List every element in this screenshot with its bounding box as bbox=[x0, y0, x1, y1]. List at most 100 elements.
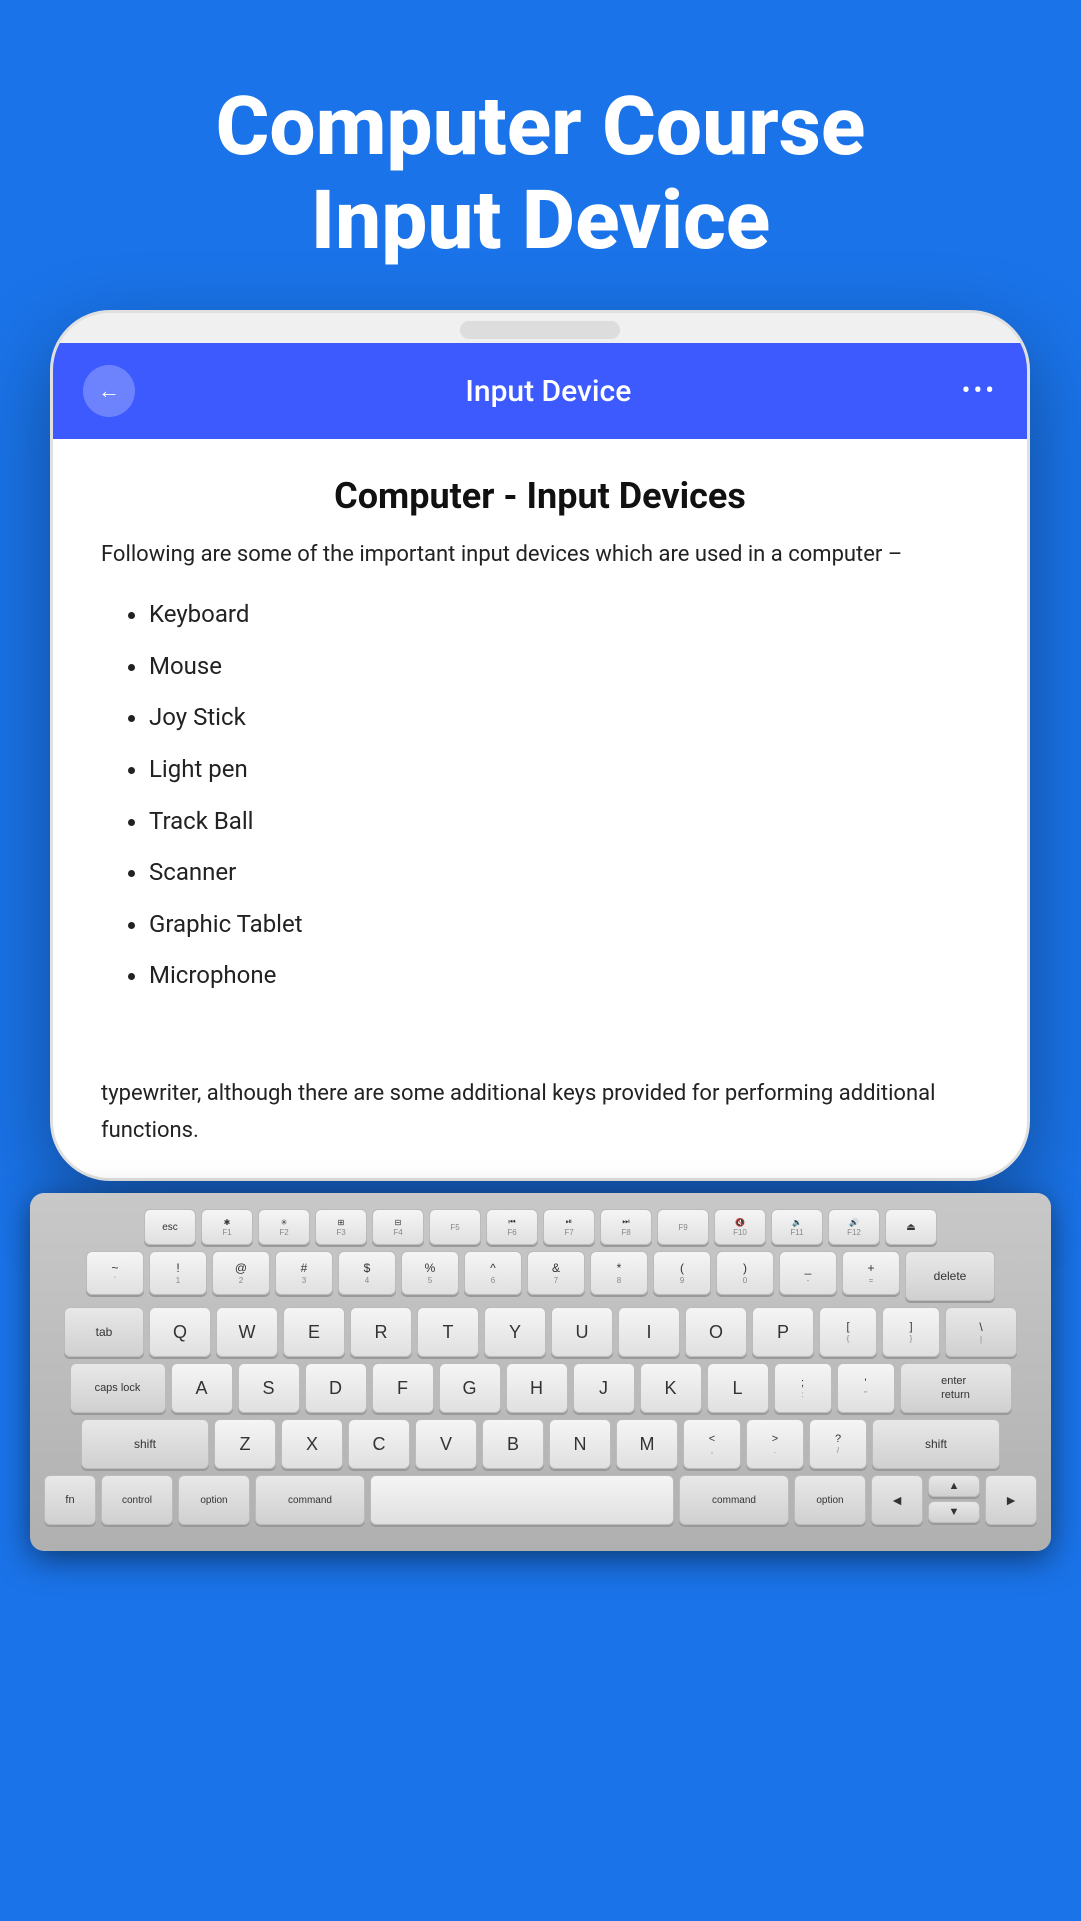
key-a[interactable]: A bbox=[171, 1363, 233, 1413]
key-shift-left[interactable]: shift bbox=[81, 1419, 209, 1469]
list-item: Light pen bbox=[149, 753, 979, 787]
key-f10[interactable]: 🔇F10 bbox=[714, 1209, 766, 1245]
key-7[interactable]: &7 bbox=[527, 1251, 585, 1295]
key-i[interactable]: I bbox=[618, 1307, 680, 1357]
list-item: Graphic Tablet bbox=[149, 908, 979, 942]
qwerty-row: tab Q W E R T Y U I O P [{ ]} \| bbox=[44, 1307, 1037, 1357]
key-capslock[interactable]: caps lock bbox=[70, 1363, 166, 1413]
keyboard: esc ✱F1 ✳F2 ⊞F3 ⊟F4 F5 ⏮F6 ⏯F7 ⏭F8 F9 🔇F… bbox=[30, 1193, 1051, 1551]
key-arrow-left[interactable]: ◄ bbox=[871, 1475, 923, 1525]
key-j[interactable]: J bbox=[573, 1363, 635, 1413]
content-title: Computer - Input Devices bbox=[101, 475, 979, 517]
key-u[interactable]: U bbox=[551, 1307, 613, 1357]
key-option-right[interactable]: option bbox=[794, 1475, 866, 1525]
fn-row: esc ✱F1 ✳F2 ⊞F3 ⊟F4 F5 ⏮F6 ⏯F7 ⏭F8 F9 🔇F… bbox=[44, 1209, 1037, 1245]
key-f4[interactable]: ⊟F4 bbox=[372, 1209, 424, 1245]
key-delete[interactable]: delete bbox=[905, 1251, 995, 1301]
key-t[interactable]: T bbox=[417, 1307, 479, 1357]
key-5[interactable]: %5 bbox=[401, 1251, 459, 1295]
key-l[interactable]: L bbox=[707, 1363, 769, 1413]
key-semicolon[interactable]: ;: bbox=[774, 1363, 832, 1413]
key-k[interactable]: K bbox=[640, 1363, 702, 1413]
key-g[interactable]: G bbox=[439, 1363, 501, 1413]
key-backslash[interactable]: \| bbox=[945, 1307, 1017, 1357]
key-arrow-right[interactable]: ► bbox=[985, 1475, 1037, 1525]
key-3[interactable]: #3 bbox=[275, 1251, 333, 1295]
key-f7[interactable]: ⏯F7 bbox=[543, 1209, 595, 1245]
key-v[interactable]: V bbox=[415, 1419, 477, 1469]
key-f8[interactable]: ⏭F8 bbox=[600, 1209, 652, 1245]
key-m[interactable]: M bbox=[616, 1419, 678, 1469]
key-2[interactable]: @2 bbox=[212, 1251, 270, 1295]
key-bracket-right[interactable]: ]} bbox=[882, 1307, 940, 1357]
key-enter[interactable]: enterreturn bbox=[900, 1363, 1012, 1413]
key-tilde[interactable]: ~` bbox=[86, 1251, 144, 1295]
key-6[interactable]: ^6 bbox=[464, 1251, 522, 1295]
list-item: Mouse bbox=[149, 650, 979, 684]
key-8[interactable]: *8 bbox=[590, 1251, 648, 1295]
content-area: Computer - Input Devices Following are s… bbox=[53, 439, 1027, 1047]
key-arrow-down[interactable]: ▼ bbox=[928, 1501, 980, 1523]
key-fn[interactable]: fn bbox=[44, 1475, 96, 1525]
zxcv-row: shift Z X C V B N M <, >. ?/ shift bbox=[44, 1419, 1037, 1469]
key-o[interactable]: O bbox=[685, 1307, 747, 1357]
list-item: Scanner bbox=[149, 856, 979, 890]
page-header: Computer Course Input Device bbox=[0, 0, 1081, 309]
bottom-text: typewriter, although there are some addi… bbox=[53, 1047, 1027, 1178]
key-period[interactable]: >. bbox=[746, 1419, 804, 1469]
key-quote[interactable]: '" bbox=[837, 1363, 895, 1413]
list-item: Joy Stick bbox=[149, 701, 979, 735]
key-comma[interactable]: <, bbox=[683, 1419, 741, 1469]
key-shift-right[interactable]: shift bbox=[872, 1419, 1000, 1469]
phone-container: ← Input Device ••• Computer - Input Devi… bbox=[50, 310, 1030, 1181]
key-f6[interactable]: ⏮F6 bbox=[486, 1209, 538, 1245]
key-r[interactable]: R bbox=[350, 1307, 412, 1357]
key-s[interactable]: S bbox=[238, 1363, 300, 1413]
key-f9[interactable]: F9 bbox=[657, 1209, 709, 1245]
key-minus[interactable]: _- bbox=[779, 1251, 837, 1295]
key-slash[interactable]: ?/ bbox=[809, 1419, 867, 1469]
key-space[interactable] bbox=[370, 1475, 674, 1525]
more-button[interactable]: ••• bbox=[962, 376, 997, 406]
key-f2[interactable]: ✳F2 bbox=[258, 1209, 310, 1245]
key-z[interactable]: Z bbox=[214, 1419, 276, 1469]
key-b[interactable]: B bbox=[482, 1419, 544, 1469]
key-esc[interactable]: esc bbox=[144, 1209, 196, 1245]
back-button[interactable]: ← bbox=[83, 365, 135, 417]
key-tab[interactable]: tab bbox=[64, 1307, 144, 1357]
asdf-row: caps lock A S D F G H J K L ;: '" enterr… bbox=[44, 1363, 1037, 1413]
key-4[interactable]: $4 bbox=[338, 1251, 396, 1295]
key-f11[interactable]: 🔉F11 bbox=[771, 1209, 823, 1245]
key-d[interactable]: D bbox=[305, 1363, 367, 1413]
key-option-left[interactable]: option bbox=[178, 1475, 250, 1525]
key-y[interactable]: Y bbox=[484, 1307, 546, 1357]
key-p[interactable]: P bbox=[752, 1307, 814, 1357]
key-bracket-left[interactable]: [{ bbox=[819, 1307, 877, 1357]
key-f3[interactable]: ⊞F3 bbox=[315, 1209, 367, 1245]
key-h[interactable]: H bbox=[506, 1363, 568, 1413]
list-item: Track Ball bbox=[149, 805, 979, 839]
key-arrow-up[interactable]: ▲ bbox=[928, 1475, 980, 1497]
key-equals[interactable]: += bbox=[842, 1251, 900, 1295]
key-w[interactable]: W bbox=[216, 1307, 278, 1357]
key-command-right[interactable]: command bbox=[679, 1475, 789, 1525]
key-x[interactable]: X bbox=[281, 1419, 343, 1469]
app-header-title: Input Device bbox=[465, 374, 631, 409]
num-row: ~` !1 @2 #3 $4 %5 ^6 &7 *8 (9 )0 _- += d… bbox=[44, 1251, 1037, 1301]
key-f5[interactable]: F5 bbox=[429, 1209, 481, 1245]
key-command-left[interactable]: command bbox=[255, 1475, 365, 1525]
key-f1[interactable]: ✱F1 bbox=[201, 1209, 253, 1245]
key-eject[interactable]: ⏏ bbox=[885, 1209, 937, 1245]
key-f12[interactable]: 🔊F12 bbox=[828, 1209, 880, 1245]
notch-bar bbox=[460, 321, 620, 339]
key-n[interactable]: N bbox=[549, 1419, 611, 1469]
key-c[interactable]: C bbox=[348, 1419, 410, 1469]
key-q[interactable]: Q bbox=[149, 1307, 211, 1357]
page-title: Computer Course Input Device bbox=[60, 80, 1021, 269]
key-control[interactable]: control bbox=[101, 1475, 173, 1525]
key-9[interactable]: (9 bbox=[653, 1251, 711, 1295]
key-f[interactable]: F bbox=[372, 1363, 434, 1413]
key-0[interactable]: )0 bbox=[716, 1251, 774, 1295]
key-e[interactable]: E bbox=[283, 1307, 345, 1357]
key-1[interactable]: !1 bbox=[149, 1251, 207, 1295]
